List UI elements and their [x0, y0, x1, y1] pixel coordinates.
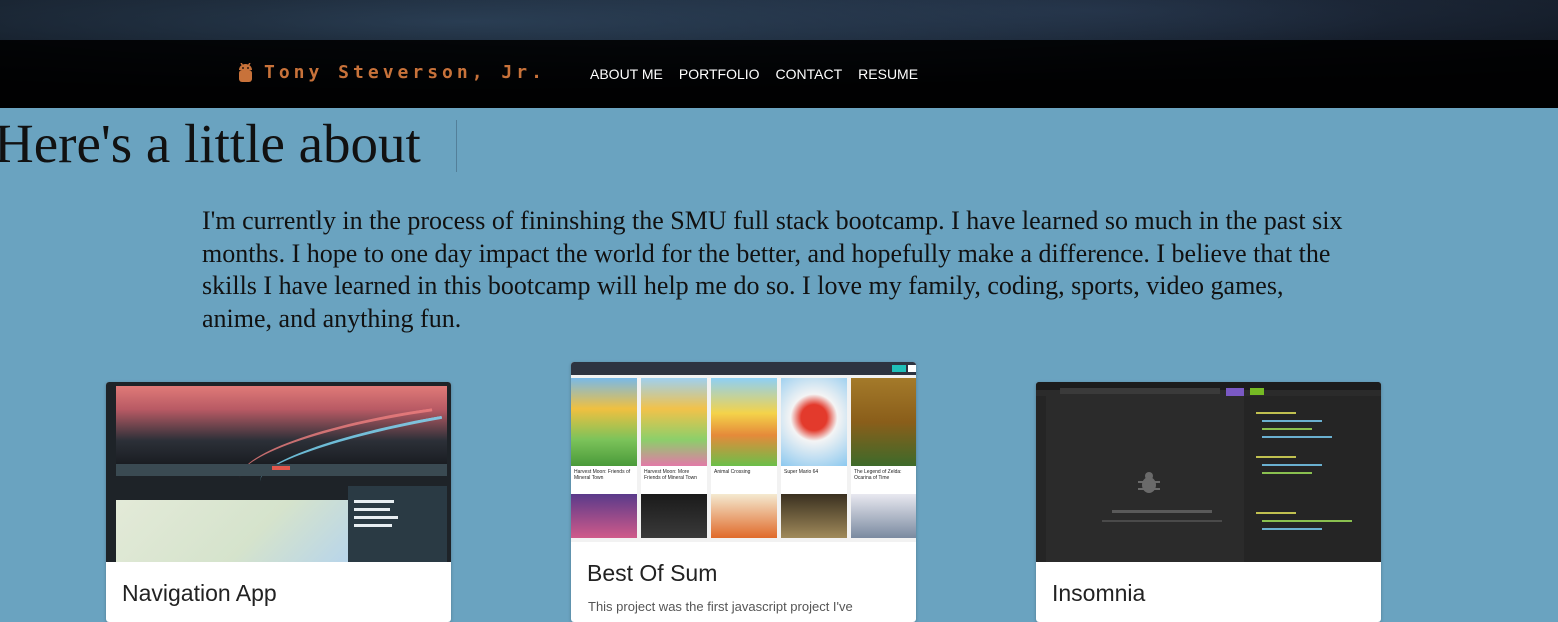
- game-cover: [641, 494, 707, 538]
- card-title[interactable]: Insomnia: [1036, 562, 1381, 607]
- game-card: [711, 494, 777, 538]
- navbar: Tony Steverson, Jr. ABOUT ME PORTFOLIO C…: [0, 40, 1558, 108]
- game-cover: [571, 494, 637, 538]
- code-line: [1262, 436, 1332, 438]
- game-card: Harvest Moon: Friends of Mineral Town: [571, 378, 637, 494]
- game-card: Super Mario 64: [781, 378, 847, 494]
- bug-icon: [1138, 472, 1160, 493]
- card-title[interactable]: Navigation App: [106, 562, 451, 607]
- card-description: This project was the first javascript pr…: [588, 599, 853, 614]
- code-line: [1262, 420, 1322, 422]
- game-card: [851, 494, 916, 538]
- insomnia-screenshot[interactable]: [1036, 382, 1381, 562]
- game-card: Animal Crossing: [711, 378, 777, 494]
- url-bar-thumb: [1060, 388, 1220, 394]
- game-title: Super Mario 64: [781, 466, 847, 494]
- game-cover: [851, 378, 916, 466]
- weather-line: [354, 500, 394, 503]
- game-card: [641, 494, 707, 538]
- project-card-insomnia[interactable]: Insomnia: [1036, 382, 1381, 622]
- sidebar-thumb: [1036, 396, 1046, 562]
- game-cover: [641, 378, 707, 466]
- code-background-pattern: [0, 0, 1558, 40]
- game-card: [781, 494, 847, 538]
- game-cover: [571, 378, 637, 466]
- typing-caret: [456, 120, 457, 172]
- game-title: Harvest Moon: More Friends of Mineral To…: [641, 466, 707, 494]
- empty-state-message-thumb: [1112, 510, 1212, 513]
- project-card-best-of-sum[interactable]: Harvest Moon: Friends of Mineral Town Ha…: [571, 362, 916, 622]
- game-cover: [711, 494, 777, 538]
- nav-link-portfolio[interactable]: PORTFOLIO: [679, 66, 760, 82]
- code-line: [1262, 464, 1322, 466]
- card-title[interactable]: Best Of Sum: [571, 542, 916, 587]
- weather-line: [354, 516, 398, 519]
- best-of-sum-screenshot[interactable]: Harvest Moon: Friends of Mineral Town Ha…: [571, 362, 916, 542]
- code-line: [1262, 428, 1312, 430]
- search-button-thumb: [272, 466, 290, 470]
- game-cover: [781, 494, 847, 538]
- nav-link-about-me[interactable]: ABOUT ME: [590, 66, 663, 82]
- status-badge-thumb: [1250, 388, 1264, 395]
- login-button-thumb: [908, 365, 916, 372]
- game-title: Harvest Moon: Friends of Mineral Town: [571, 466, 637, 494]
- nav-link-contact[interactable]: CONTACT: [776, 66, 843, 82]
- signup-button-thumb: [892, 365, 906, 372]
- game-card: Harvest Moon: More Friends of Mineral To…: [641, 378, 707, 494]
- code-line: [1256, 456, 1296, 458]
- about-paragraph: I'm currently in the process of fininshi…: [202, 206, 1343, 333]
- nav-link-resume[interactable]: RESUME: [858, 66, 918, 82]
- app-bar-thumb: [571, 362, 916, 375]
- code-line: [1262, 520, 1352, 522]
- code-line: [1256, 412, 1296, 414]
- game-card: [571, 494, 637, 538]
- game-card: The Legend of Zelda: Ocarina of Time: [851, 378, 916, 494]
- code-line: [1256, 512, 1296, 514]
- game-title: Animal Crossing: [711, 466, 777, 494]
- navigation-app-screenshot[interactable]: [106, 382, 451, 562]
- weather-line: [354, 524, 392, 527]
- project-card-navigation-app[interactable]: Navigation App: [106, 382, 451, 622]
- game-cover: [781, 378, 847, 466]
- weather-line: [354, 508, 390, 511]
- brand[interactable]: Tony Steverson, Jr.: [238, 62, 546, 83]
- main-nav: ABOUT ME PORTFOLIO CONTACT RESUME: [590, 66, 918, 82]
- empty-state-hint-thumb: [1102, 520, 1222, 522]
- code-line: [1262, 528, 1322, 530]
- game-cover: [851, 494, 916, 538]
- about-heading: Here's a little about: [0, 113, 421, 174]
- android-icon: [239, 62, 252, 82]
- header-banner: Tony Steverson, Jr. ABOUT ME PORTFOLIO C…: [0, 0, 1558, 108]
- map-thumb: [116, 500, 348, 562]
- brand-name: Tony Steverson, Jr.: [264, 62, 546, 83]
- game-title: The Legend of Zelda: Ocarina of Time: [851, 466, 916, 494]
- send-button-thumb: [1226, 388, 1244, 396]
- game-cover: [711, 378, 777, 466]
- code-line: [1262, 472, 1312, 474]
